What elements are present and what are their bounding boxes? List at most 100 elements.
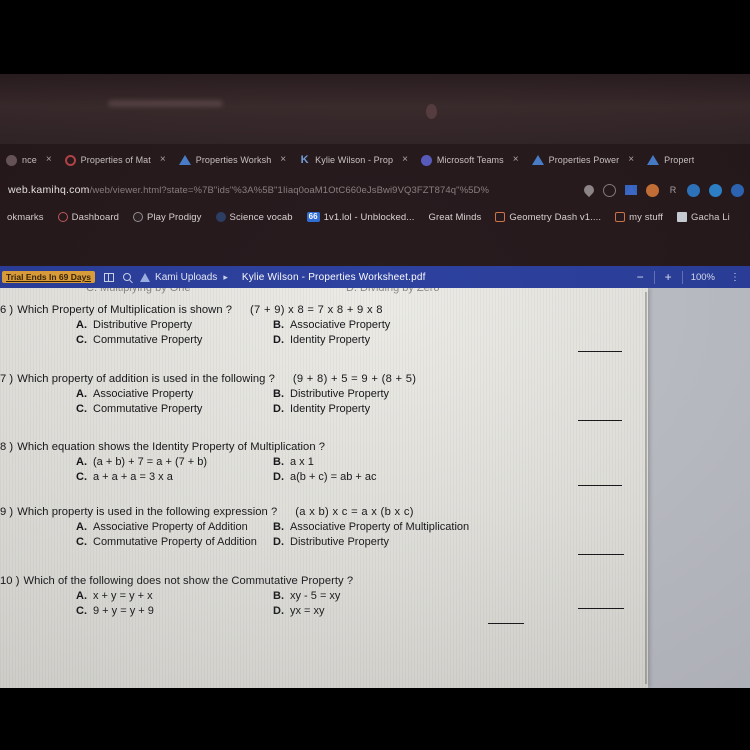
option-a[interactable]: A. Distributive Property — [0, 319, 265, 331]
zoom-more-icon[interactable]: ⋮ — [723, 272, 746, 283]
trial-badge[interactable]: Trial Ends In 69 Days — [2, 271, 96, 283]
option-d[interactable]: D. Identity Property — [265, 334, 370, 346]
browser-tab-3[interactable]: K Kylie Wilson - Prop × — [293, 147, 415, 173]
bookmark-item-geometry-dash[interactable]: Geometry Dash v1.... — [488, 212, 608, 223]
option-a[interactable]: A. Associative Property of Addition — [0, 521, 265, 533]
option-letter: B. — [273, 456, 284, 468]
bookmark-item-okmarks[interactable]: okmarks — [0, 212, 51, 223]
my-stuff-icon — [615, 212, 626, 222]
bookmark-item-my-stuff[interactable]: my stuff — [608, 212, 670, 223]
option-letter: A. — [76, 388, 87, 400]
option-c[interactable]: C. 9 + y = y + 9 — [0, 605, 265, 617]
option-b[interactable]: B. a x 1 — [265, 456, 314, 468]
breadcrumb-kami-uploads[interactable]: Kami Uploads — [155, 272, 217, 283]
bookmark-item-1v1lol[interactable]: 66 1v1.lol - Unblocked... — [300, 212, 422, 223]
question-6: 6 ) Which Property of Multiplication is … — [0, 304, 630, 352]
browser-tab-5[interactable]: Properties Power × — [526, 147, 641, 173]
microsoft-teams-favicon-icon — [420, 154, 432, 166]
option-a[interactable]: A. (a + b) + 7 = a + (7 + b) — [0, 456, 265, 468]
browser-tab-strip[interactable]: nce × Properties of Mat × Properties Wor… — [0, 144, 750, 176]
letterbox-bottom — [0, 688, 750, 750]
bookmark-label: Great Minds — [428, 211, 482, 223]
answer-blank[interactable] — [578, 608, 624, 609]
option-label: 9 + y = y + 9 — [93, 605, 154, 617]
answer-blank[interactable] — [578, 351, 622, 352]
option-b[interactable]: B. Distributive Property — [265, 388, 389, 400]
zoom-out-button[interactable]: − — [627, 271, 654, 283]
history-clock-icon[interactable] — [603, 183, 616, 197]
option-d[interactable]: D. Distributive Property — [265, 536, 389, 548]
browser-tab-6[interactable]: Propert — [641, 147, 697, 173]
bookmarks-bar[interactable]: okmarks Dashboard Play Prodigy Science v… — [0, 204, 750, 230]
browser-tab-4[interactable]: Microsoft Teams × — [415, 147, 526, 173]
extension-orange-icon[interactable] — [646, 183, 659, 197]
option-a[interactable]: A. x + y = y + x — [0, 590, 265, 602]
browser-tab-1[interactable]: Properties of Mat × — [59, 147, 173, 173]
option-d[interactable]: D. yx = xy — [265, 605, 325, 617]
bezel-glare — [108, 100, 223, 107]
option-b[interactable]: B. Associative Property of Multiplicatio… — [265, 521, 469, 533]
pdf-viewer[interactable]: C. Multiplying by One D. Dividing by Zer… — [0, 288, 750, 688]
option-c[interactable]: C. a + a + a = 3 x a — [0, 471, 265, 483]
bookmark-item-gacha[interactable]: Gacha Li — [670, 212, 737, 223]
option-d[interactable]: D. Identity Property — [265, 403, 370, 415]
option-c[interactable]: C. Commutative Property — [0, 334, 265, 346]
tab-close-icon[interactable]: × — [42, 155, 56, 165]
option-b[interactable]: B. xy - 5 = xy — [265, 590, 340, 602]
browser-tab-0[interactable]: nce × — [0, 147, 59, 173]
bookmark-item-play-prodigy[interactable]: Play Prodigy — [126, 212, 209, 223]
answer-blank[interactable] — [578, 554, 624, 555]
option-label: Associative Property of Addition — [93, 521, 248, 533]
option-c[interactable]: C. Commutative Property of Addition — [0, 536, 265, 548]
url-path: /web/viewer.html?state=%7B"ids"%3A%5B"1I… — [89, 185, 490, 196]
answer-blank[interactable] — [578, 485, 622, 486]
option-d[interactable]: D. a(b + c) = ab + ac — [265, 471, 377, 483]
extension-r-icon[interactable]: R — [668, 184, 678, 197]
google-drive-favicon-icon — [178, 155, 191, 165]
tab-close-icon[interactable]: × — [156, 155, 170, 165]
option-letter: D. — [273, 605, 284, 617]
address-bar[interactable]: web.kamihq.com /web/viewer.html?state=%7… — [0, 184, 584, 196]
bookmark-item-science-vocab[interactable]: Science vocab — [209, 212, 300, 223]
option-row: C. Commutative Property of Addition D. D… — [0, 536, 630, 548]
zoom-controls[interactable]: − + 100% ⋮ — [627, 270, 750, 284]
tab-title: nce — [22, 155, 37, 165]
zoom-in-button[interactable]: + — [655, 271, 682, 283]
location-pin-icon[interactable] — [581, 182, 597, 198]
answer-blank[interactable] — [578, 420, 622, 421]
question-heading: 9 ) Which property is used in the follow… — [0, 506, 630, 518]
tab-close-icon[interactable]: × — [509, 155, 523, 165]
option-c[interactable]: C. Commutative Property — [0, 403, 265, 415]
option-b[interactable]: B. Associative Property — [265, 319, 390, 331]
geometry-dash-icon — [495, 212, 506, 222]
option-row: C. 9 + y = y + 9 D. yx = xy — [0, 605, 630, 617]
option-letter: A. — [76, 521, 87, 533]
browser-tab-2[interactable]: Properties Worksh × — [173, 147, 293, 173]
question-expression: (a x b) x c = a x (b x c) — [295, 506, 414, 518]
option-letter: C. — [76, 605, 87, 617]
menu-icon[interactable] — [731, 183, 744, 197]
bookmark-item-great-minds[interactable]: Great Minds — [422, 212, 489, 223]
option-a[interactable]: A. Associative Property — [0, 388, 265, 400]
omnibox-row[interactable]: web.kamihq.com /web/viewer.html?state=%7… — [0, 176, 750, 204]
option-letter: D. — [273, 403, 284, 415]
search-icon[interactable] — [123, 273, 132, 281]
answer-blank-secondary[interactable] — [488, 623, 524, 624]
profile-avatar-icon[interactable] — [709, 183, 722, 197]
bookmark-star-icon[interactable] — [625, 185, 637, 195]
question-9: 9 ) Which property is used in the follow… — [0, 506, 630, 555]
document-filename: Kylie Wilson - Properties Worksheet.pdf — [241, 271, 426, 283]
url-host: web.kamihq.com — [8, 184, 90, 196]
tab-close-icon[interactable]: × — [624, 155, 638, 165]
tab-close-icon[interactable]: × — [398, 155, 412, 165]
bookmark-item-dashboard[interactable]: Dashboard — [51, 212, 126, 223]
question-text: Which property is used in the following … — [17, 506, 278, 518]
option-label: Associative Property of Multiplication — [290, 521, 470, 533]
side-panel-icon[interactable] — [104, 272, 115, 282]
extension-blue-icon[interactable] — [687, 183, 700, 197]
tab-close-icon[interactable]: × — [276, 155, 290, 165]
omnibox-icon-tray[interactable]: R — [581, 182, 750, 198]
letterbox-top — [0, 0, 750, 74]
zoom-level-value[interactable]: 100% — [683, 272, 723, 283]
tab-title: Properties of Mat — [80, 155, 151, 165]
